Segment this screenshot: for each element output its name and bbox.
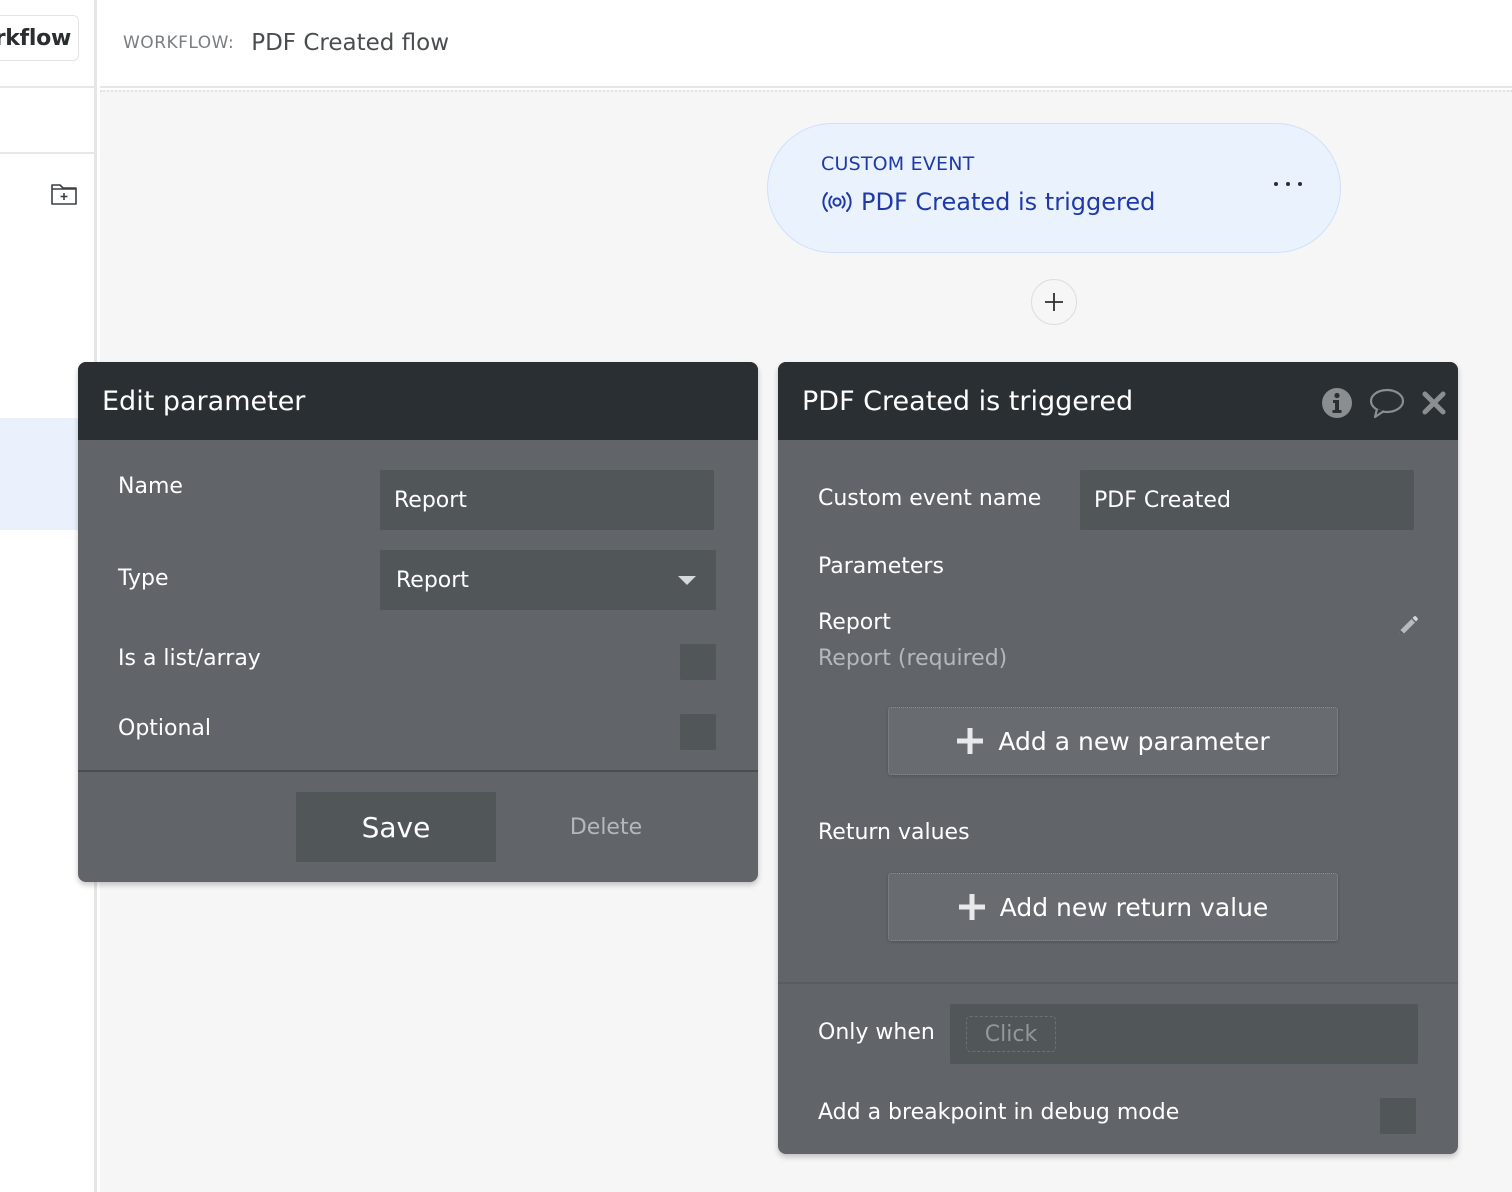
only-when-input[interactable]: Click — [950, 1004, 1418, 1064]
broadcast-icon — [822, 192, 852, 212]
type-label: Type — [118, 566, 169, 591]
pencil-icon[interactable] — [1394, 614, 1420, 640]
custom-event-card[interactable]: CUSTOM EVENT PDF Created is triggered — [767, 123, 1341, 253]
only-when-placeholder[interactable]: Click — [966, 1016, 1056, 1052]
event-settings-panel: PDF Created is triggered Custom event na… — [778, 362, 1458, 1154]
optional-checkbox[interactable] — [680, 714, 716, 750]
breakpoint-label: Add a breakpoint in debug mode — [818, 1100, 1180, 1125]
info-icon[interactable] — [1320, 386, 1354, 420]
parameter-type-value: Report — [396, 567, 469, 593]
plus-icon — [957, 728, 984, 754]
add-parameter-button[interactable]: Add a new parameter — [888, 707, 1338, 775]
edit-parameter-title: Edit parameter — [102, 385, 306, 417]
delete-button[interactable]: Delete — [548, 792, 664, 862]
is-list-checkbox[interactable] — [680, 644, 716, 680]
comment-icon[interactable] — [1368, 386, 1406, 420]
chevron-down-icon — [678, 576, 696, 585]
event-title-row: PDF Created is triggered — [821, 188, 1155, 216]
edit-parameter-panel: Edit parameter Name Report Type Report I… — [78, 362, 758, 882]
event-kind-label: CUSTOM EVENT — [821, 153, 975, 175]
custom-event-name-value: PDF Created — [1094, 487, 1231, 513]
return-values-label: Return values — [818, 820, 970, 845]
parameter-type-select[interactable]: Report — [380, 550, 716, 610]
workflow-header: WORKFLOW: PDF Created flow — [100, 0, 1512, 88]
more-horizontal-icon[interactable] — [1274, 174, 1302, 194]
parameter-item-name[interactable]: Report — [818, 610, 891, 635]
panel-divider — [78, 770, 758, 772]
event-panel-header[interactable]: PDF Created is triggered — [778, 362, 1458, 440]
optional-label: Optional — [118, 716, 212, 741]
header-icons — [1320, 386, 1448, 420]
add-return-value-button[interactable]: Add new return value — [888, 873, 1338, 941]
parameters-label: Parameters — [818, 554, 944, 579]
save-button[interactable]: Save — [296, 792, 496, 862]
add-return-value-label: Add new return value — [999, 892, 1269, 922]
event-panel-title: PDF Created is triggered — [802, 385, 1134, 417]
is-list-label: Is a list/array — [118, 646, 261, 671]
close-icon[interactable] — [1420, 386, 1448, 420]
sidebar-selected-item[interactable] — [0, 418, 78, 530]
sidebar-divider — [0, 86, 97, 88]
folder-plus-icon[interactable] — [50, 182, 78, 206]
workflow-label: WORKFLOW: — [123, 33, 235, 53]
panel-divider — [778, 982, 1458, 984]
custom-event-name-input[interactable]: PDF Created — [1080, 470, 1414, 530]
breakpoint-checkbox[interactable] — [1380, 1098, 1416, 1134]
plus-icon — [958, 894, 985, 920]
only-when-label: Only when — [818, 1020, 935, 1045]
workflow-button-label: Workflow — [0, 25, 71, 51]
add-step-button[interactable] — [1031, 279, 1077, 325]
workflow-title[interactable]: PDF Created flow — [251, 30, 449, 56]
add-parameter-label: Add a new parameter — [998, 726, 1270, 756]
parameter-item-type: Report (required) — [818, 646, 1008, 671]
workflow-button[interactable]: Workflow — [0, 15, 79, 61]
event-title: PDF Created is triggered — [861, 188, 1156, 216]
plus-icon — [1045, 293, 1063, 311]
edit-parameter-header[interactable]: Edit parameter — [78, 362, 758, 440]
parameter-name-value: Report — [394, 487, 467, 513]
name-label: Name — [118, 474, 183, 499]
parameter-name-input[interactable]: Report — [380, 470, 714, 530]
sidebar-divider — [0, 152, 97, 154]
custom-event-name-label: Custom event name — [818, 486, 1042, 511]
